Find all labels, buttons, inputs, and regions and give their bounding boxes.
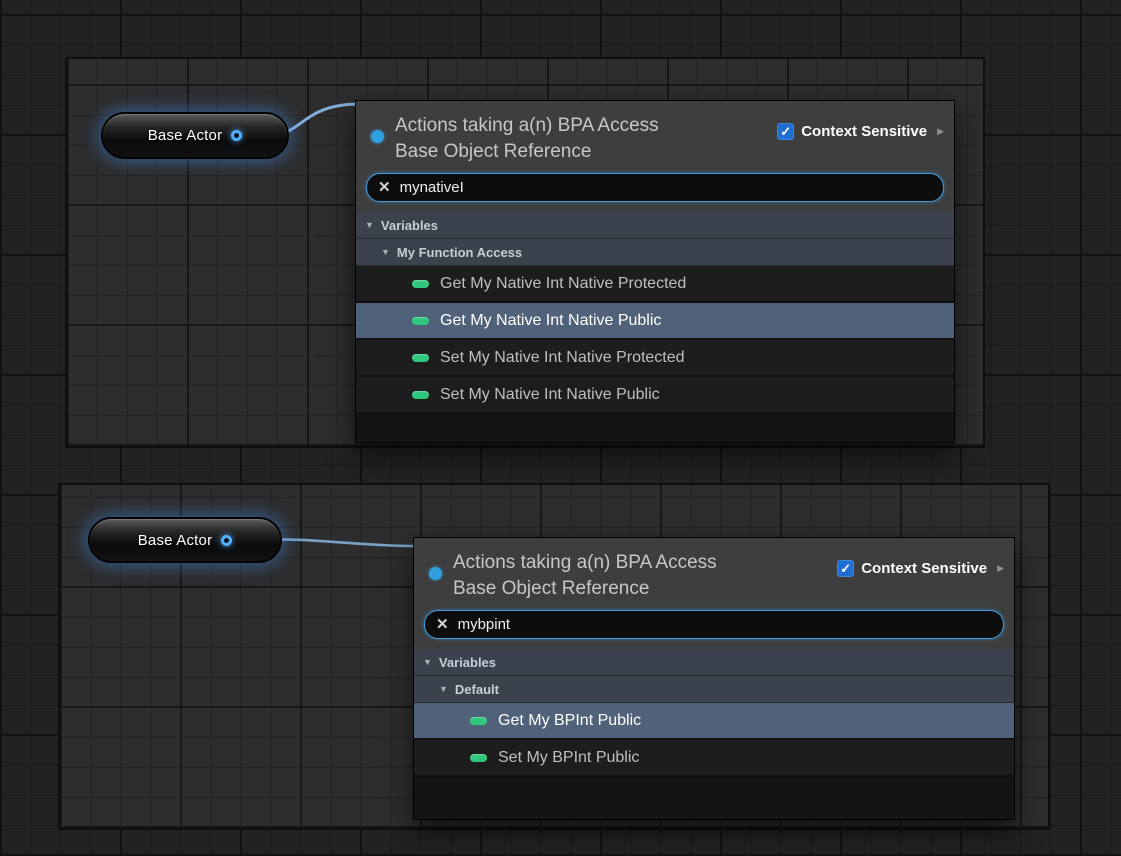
node-title: Base Actor	[138, 532, 213, 549]
checkbox-checked-icon[interactable]: ✓	[777, 123, 794, 140]
collapse-triangle-icon[interactable]: ▼	[381, 247, 390, 257]
collapse-triangle-icon[interactable]: ▼	[423, 657, 432, 667]
context-sensitive-toggle[interactable]: ✓ Context Sensitive ▶	[837, 560, 1004, 577]
context-action-menu-bottom: Actions taking a(n) BPA Access Base Obje…	[413, 537, 1015, 820]
variable-pin-icon	[412, 280, 429, 288]
variable-pin-icon	[470, 754, 487, 762]
category-variables[interactable]: ▼ Variables	[356, 212, 954, 239]
checkbox-checked-icon[interactable]: ✓	[837, 560, 854, 577]
action-search-box[interactable]: ✕	[366, 173, 944, 202]
action-item-selected[interactable]: Get My Native Int Native Public	[356, 303, 954, 340]
node-title: Base Actor	[148, 127, 223, 144]
output-pin-icon[interactable]	[221, 535, 232, 546]
category-my-function-access[interactable]: ▼ My Function Access	[356, 239, 954, 266]
menu-header-band: Actions taking a(n) BPA Access Base Obje…	[414, 538, 1014, 649]
blueprint-editor: Base Actor Base Actor Actions taking a(n…	[0, 0, 1121, 856]
object-pin-dot-icon	[429, 567, 442, 580]
action-item[interactable]: Set My BPInt Public	[414, 740, 1014, 777]
chevron-right-icon[interactable]: ▶	[937, 126, 944, 137]
category-variables[interactable]: ▼ Variables	[414, 649, 1014, 676]
context-sensitive-toggle[interactable]: ✓ Context Sensitive ▶	[777, 123, 944, 140]
variable-pin-icon	[412, 317, 429, 325]
action-search-box[interactable]: ✕	[424, 610, 1004, 639]
clear-search-icon[interactable]: ✕	[436, 617, 449, 632]
action-item[interactable]: Set My Native Int Native Protected	[356, 340, 954, 377]
action-list: ▼ Variables ▼ My Function Access Get My …	[356, 212, 954, 442]
context-action-menu-top: Actions taking a(n) BPA Access Base Obje…	[355, 100, 955, 443]
variable-pin-icon	[470, 717, 487, 725]
object-pin-dot-icon	[371, 130, 384, 143]
menu-title: Actions taking a(n) BPA Access Base Obje…	[395, 113, 765, 165]
variable-pin-icon	[412, 391, 429, 399]
node-base-actor-top[interactable]: Base Actor	[101, 112, 289, 159]
action-item[interactable]: Get My Native Int Native Protected	[356, 266, 954, 303]
menu-header-band: Actions taking a(n) BPA Access Base Obje…	[356, 101, 954, 212]
variable-pin-icon	[412, 354, 429, 362]
collapse-triangle-icon[interactable]: ▼	[439, 684, 448, 694]
action-list: ▼ Variables ▼ Default Get My BPInt Publi…	[414, 649, 1014, 819]
menu-title: Actions taking a(n) BPA Access Base Obje…	[453, 550, 825, 602]
search-input[interactable]	[458, 616, 992, 633]
collapse-triangle-icon[interactable]: ▼	[365, 220, 374, 230]
action-item-selected[interactable]: Get My BPInt Public	[414, 703, 1014, 740]
category-default[interactable]: ▼ Default	[414, 676, 1014, 703]
output-pin-icon[interactable]	[231, 130, 242, 141]
chevron-right-icon[interactable]: ▶	[997, 563, 1004, 574]
search-input[interactable]	[400, 179, 932, 196]
clear-search-icon[interactable]: ✕	[378, 180, 391, 195]
action-item[interactable]: Set My Native Int Native Public	[356, 377, 954, 414]
node-base-actor-bottom[interactable]: Base Actor	[88, 517, 282, 563]
